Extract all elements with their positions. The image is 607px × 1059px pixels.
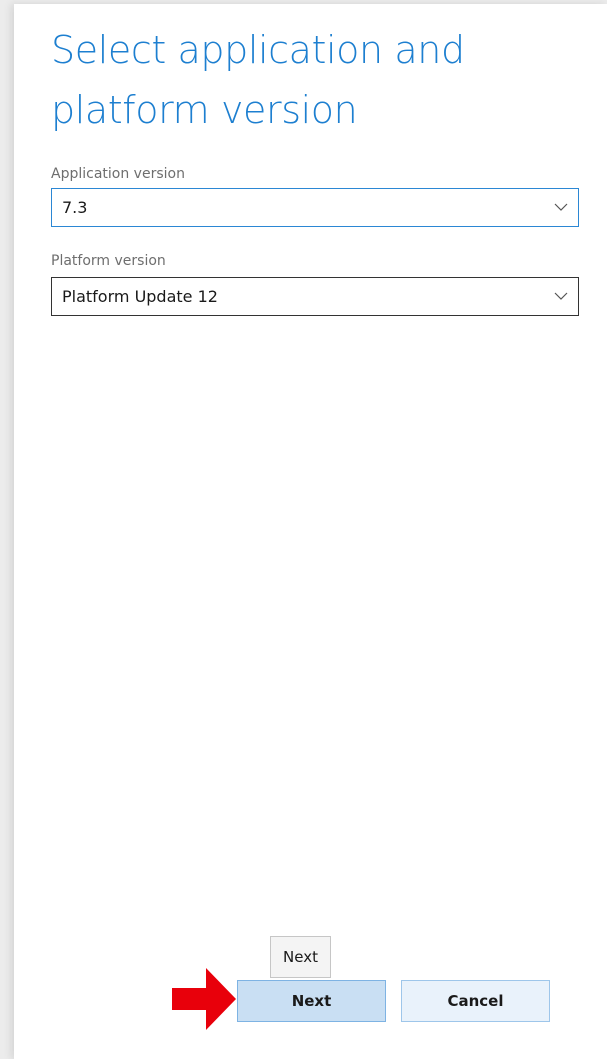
- red-arrow-icon: [172, 968, 236, 1030]
- application-version-value: 7.3: [62, 198, 88, 217]
- next-button[interactable]: Next: [237, 980, 386, 1022]
- application-version-label: Application version: [51, 166, 185, 182]
- chevron-down-icon: [554, 292, 568, 300]
- cancel-button[interactable]: Cancel: [401, 980, 550, 1022]
- chevron-down-icon: [554, 203, 568, 211]
- dialog-panel: [14, 4, 607, 1059]
- application-version-dropdown[interactable]: 7.3: [51, 188, 579, 227]
- platform-version-value: Platform Update 12: [62, 287, 218, 306]
- platform-version-dropdown[interactable]: Platform Update 12: [51, 277, 579, 316]
- platform-version-label: Platform version: [51, 253, 166, 269]
- page-title: Select application and platform version: [51, 28, 465, 132]
- next-tooltip: Next: [270, 936, 331, 978]
